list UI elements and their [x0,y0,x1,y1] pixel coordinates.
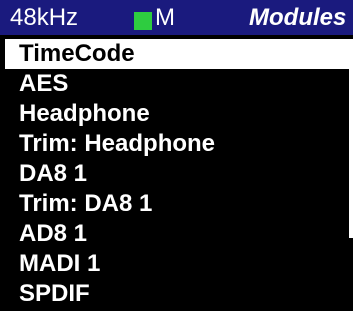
status-bar: 48kHz M Modules [0,0,353,35]
screen-title: Modules [249,4,347,31]
menu-item-madi-1[interactable]: MADI 1 [0,249,353,279]
sample-rate-label: 48kHz [10,4,79,31]
menu-item-ad8-1[interactable]: AD8 1 [0,219,353,249]
menu-item-trim-headphone[interactable]: Trim: Headphone [0,129,353,159]
menu-item-aes[interactable]: AES [0,69,353,99]
menu-item-trim-da8-1[interactable]: Trim: DA8 1 [0,189,353,219]
menu-item-headphone[interactable]: Headphone [0,99,353,129]
module-menu: TimeCode AES Headphone Trim: Headphone D… [0,39,353,309]
device-screen: 48kHz M Modules TimeCode AES Headphone T… [0,0,353,311]
menu-item-timecode[interactable]: TimeCode [5,39,353,69]
menu-item-spdif[interactable]: SPDIF [0,279,353,309]
status-indicator-icon [134,12,152,30]
mode-label: M [155,4,175,31]
menu-item-da8-1[interactable]: DA8 1 [0,159,353,189]
